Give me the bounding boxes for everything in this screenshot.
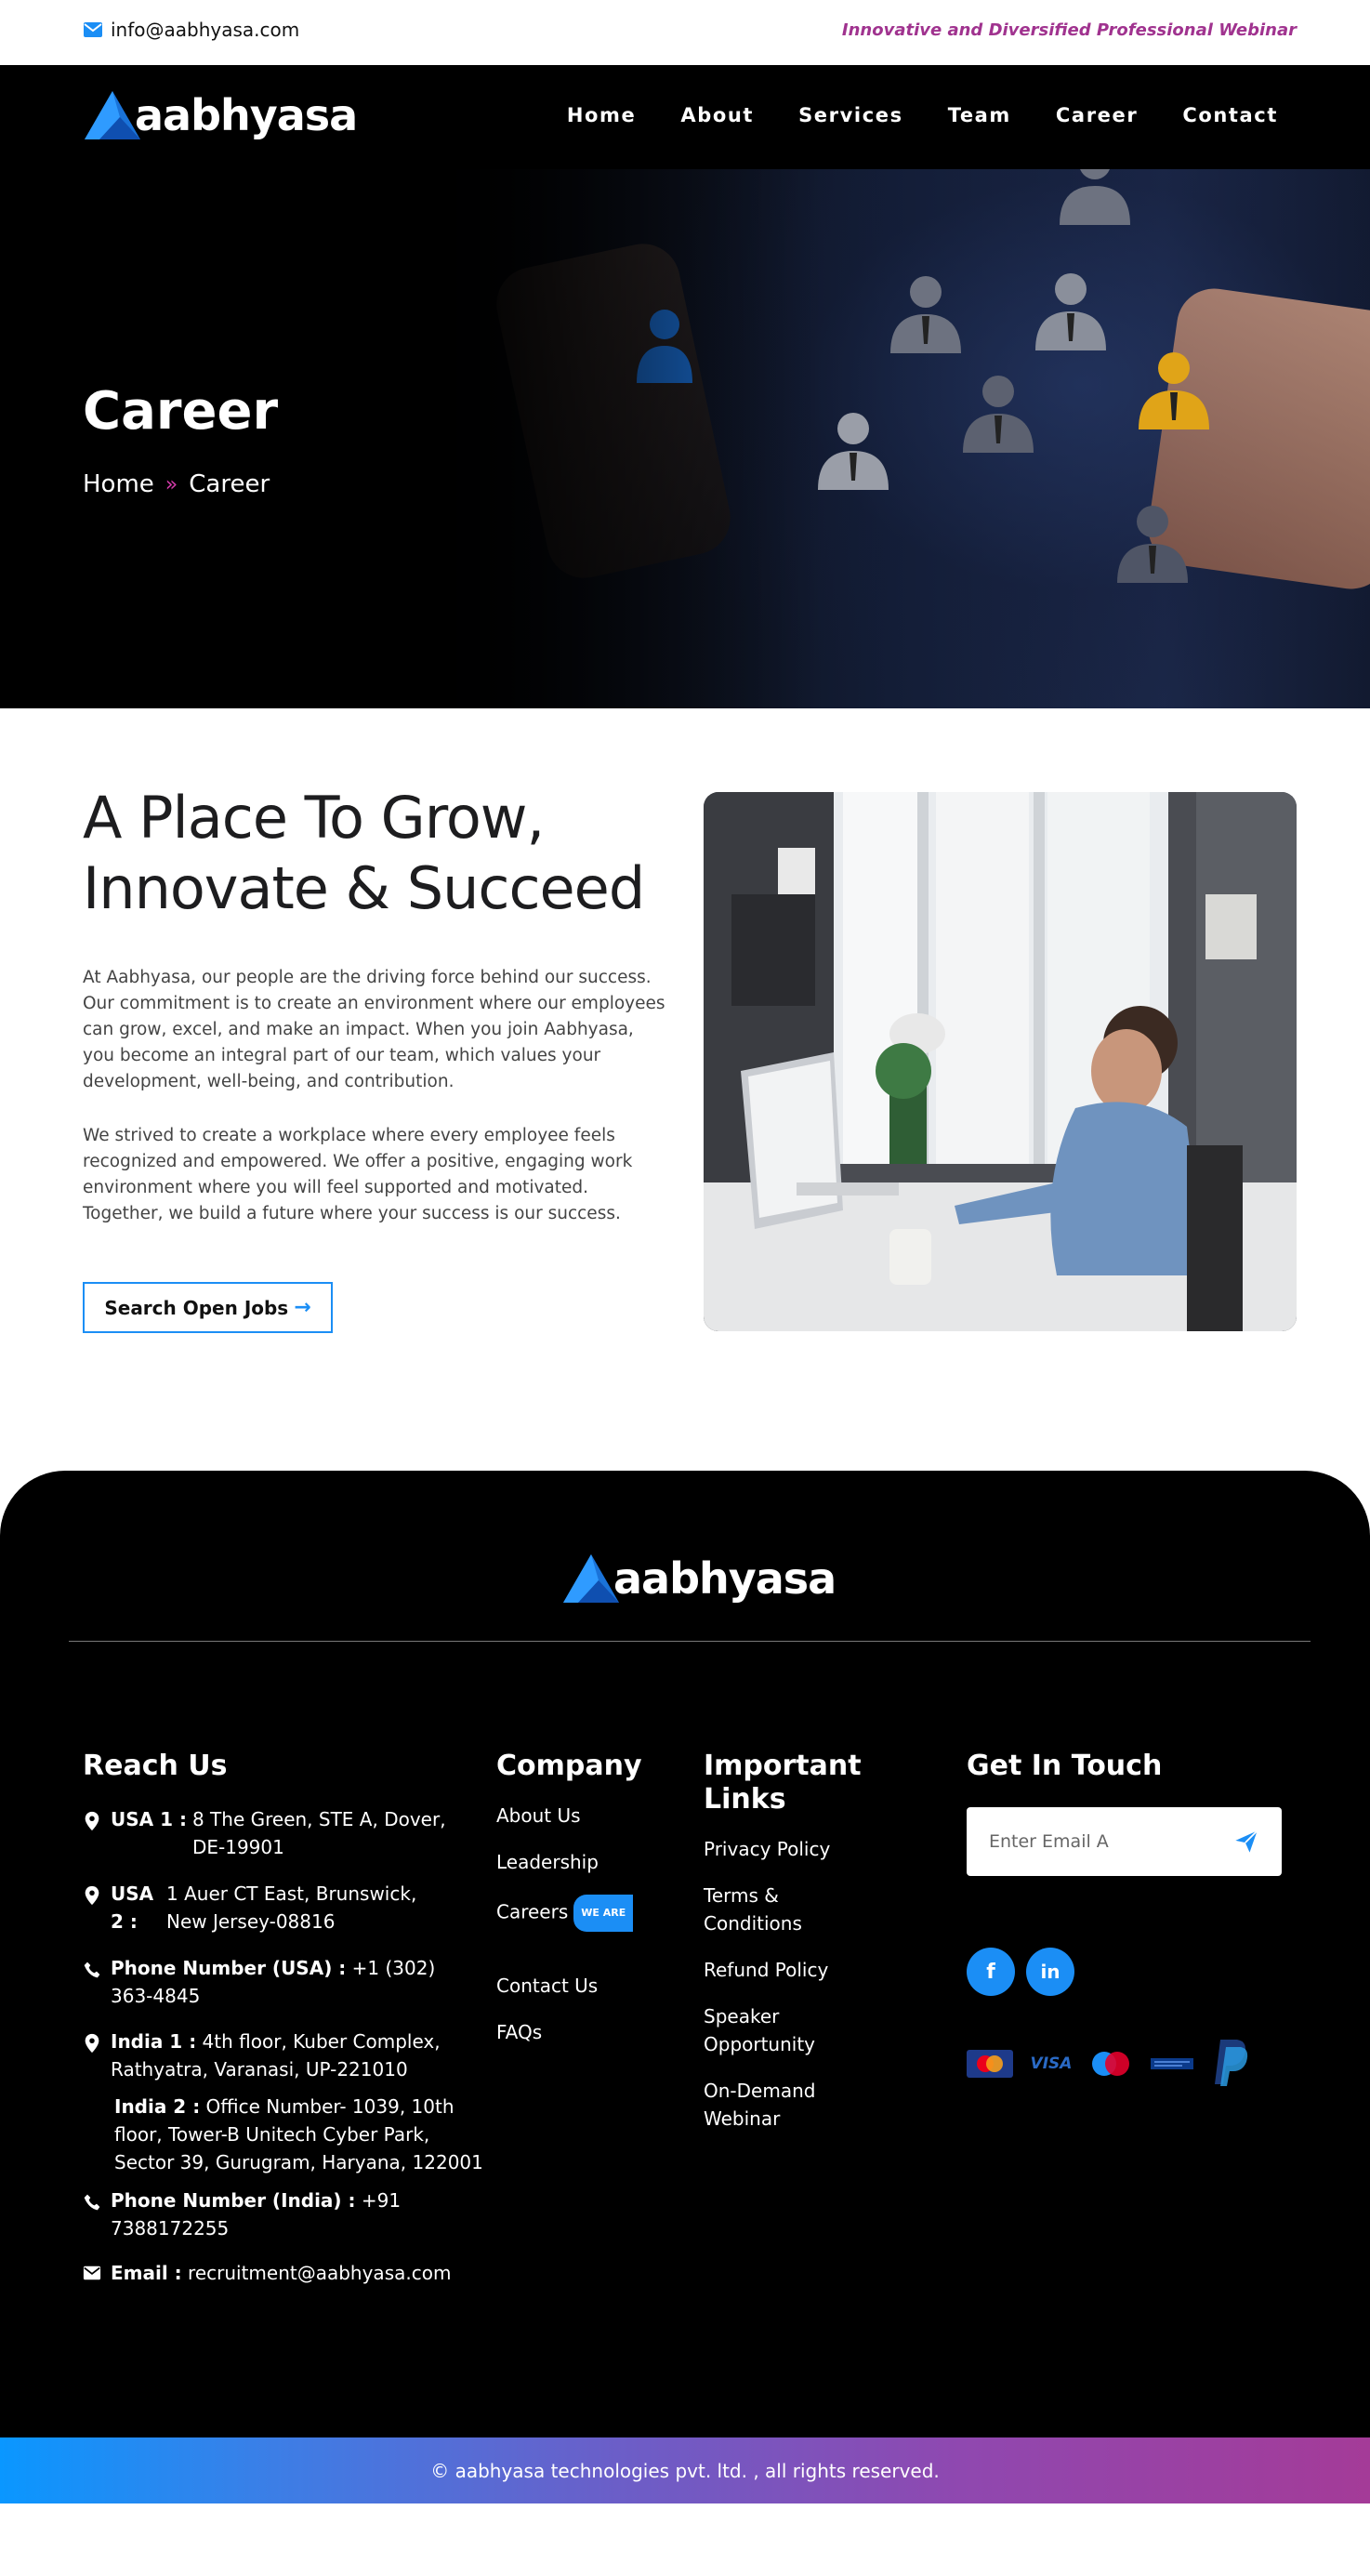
nav-services[interactable]: Services xyxy=(798,104,903,126)
footer-link-on-demand-webinar[interactable]: On-Demand Webinar xyxy=(704,2077,834,2133)
career-intro-section: A Place To Grow, Innovate & Succeed At A… xyxy=(0,708,1370,1471)
address-usa-1-value: 8 The Green, STE A, Dover, DE-19901 xyxy=(191,1808,446,1858)
mastercard-icon xyxy=(967,2050,1013,2078)
search-open-jobs-button[interactable]: Search Open Jobs → xyxy=(83,1282,333,1333)
nav-career[interactable]: Career xyxy=(1056,104,1138,126)
search-open-jobs-label: Search Open Jobs xyxy=(104,1296,289,1319)
footer-link-terms[interactable]: Terms & Conditions xyxy=(704,1882,834,1937)
map-pin-icon xyxy=(85,1885,99,1906)
footer-link-careers[interactable]: Careers WE ARE xyxy=(496,1895,634,1932)
maestro-icon xyxy=(1087,2050,1134,2078)
nav-team[interactable]: Team xyxy=(948,104,1011,126)
paypal-icon xyxy=(1208,2038,1255,2088)
address-usa-1: USA 1 :8 The Green, STE A, Dover, DE-199… xyxy=(83,1805,481,1861)
copyright-text: © aabhyasa technologies pvt. ltd. , all … xyxy=(430,2459,940,2482)
footer-link-privacy-policy[interactable]: Privacy Policy xyxy=(704,1835,830,1863)
phone-india[interactable]: Phone Number (India) : +91 7388172255 xyxy=(83,2186,417,2242)
recruitment-email[interactable]: Email : recruitment@aabhyasa.com xyxy=(83,2259,501,2287)
address-india-2: India 2 : Office Number- 1039, 10th floo… xyxy=(114,2093,486,2176)
office-worker-photo xyxy=(704,792,1297,1331)
breadcrumb-current: Career xyxy=(189,470,270,498)
logo-triangle-icon xyxy=(563,1554,619,1603)
phone-icon xyxy=(84,2194,100,2211)
phone-usa-label: Phone Number (USA) : xyxy=(111,1957,347,1979)
logo-triangle-icon xyxy=(85,91,140,139)
navbar: aabhyasa Home About Services Team Career… xyxy=(0,65,1370,169)
recruitment-email-label: Email : xyxy=(111,2262,182,2284)
phone-india-label: Phone Number (India) : xyxy=(111,2189,356,2212)
address-india-1-label: India 1 : xyxy=(111,2030,197,2053)
footer-link-speaker-opportunity[interactable]: Speaker Opportunity xyxy=(704,2002,834,2058)
reach-us-title: Reach Us xyxy=(83,1750,228,1782)
footer-link-leadership[interactable]: Leadership xyxy=(496,1848,599,1876)
breadcrumb: Home » Career xyxy=(83,470,270,498)
top-bar: info@aabhyasa.com Innovative and Diversi… xyxy=(0,0,1370,65)
footer-divider xyxy=(69,1641,1311,1642)
phone-usa[interactable]: Phone Number (USA) : +1 (302) 363-4845 xyxy=(83,1954,464,2010)
address-india-2-label: India 2 : xyxy=(114,2095,201,2118)
facebook-icon[interactable]: f xyxy=(967,1948,1015,1996)
envelope-icon xyxy=(84,22,102,37)
newsletter-email-input[interactable] xyxy=(989,1831,1212,1852)
arrow-right-icon: → xyxy=(294,1296,311,1319)
address-india-1: India 1 : 4th floor, Kuber Complex, Rath… xyxy=(83,2028,482,2083)
footer: aabhyasa Reach Us USA 1 :8 The Green, ST… xyxy=(0,1471,1370,2437)
phone-icon xyxy=(84,1962,100,1978)
nav-contact[interactable]: Contact xyxy=(1182,104,1278,126)
section-heading: A Place To Grow, Innovate & Succeed xyxy=(83,784,645,922)
send-icon[interactable] xyxy=(1233,1829,1259,1855)
hero-banner: Career Home » Career xyxy=(0,169,1370,708)
important-links-title: Important Links xyxy=(704,1750,862,1816)
envelope-icon xyxy=(83,2266,101,2280)
top-email-text: info@aabhyasa.com xyxy=(111,19,300,41)
page-title: Career xyxy=(83,381,279,442)
map-pin-icon xyxy=(85,1811,99,1831)
top-tagline: Innovative and Diversified Professional … xyxy=(841,20,1297,40)
footer-link-careers-label: Careers xyxy=(496,1900,569,1923)
address-usa-2-value: 1 Auer CT East, Brunswick, New Jersey-08… xyxy=(166,1882,417,1933)
footer-link-about-us[interactable]: About Us xyxy=(496,1802,581,1830)
main-nav: Home About Services Team Career Contact xyxy=(522,104,1278,126)
logo[interactable]: aabhyasa xyxy=(83,89,358,141)
top-email[interactable]: info@aabhyasa.com xyxy=(83,19,299,41)
nav-about[interactable]: About xyxy=(680,104,754,126)
footer-logo-wordmark: aabhyasa xyxy=(613,1553,836,1604)
visa-icon: VISA xyxy=(1030,2054,1073,2073)
recruitment-email-value: recruitment@aabhyasa.com xyxy=(188,2262,452,2284)
get-in-touch-title: Get In Touch xyxy=(967,1750,1163,1782)
american-express-icon xyxy=(1149,2050,1195,2078)
footer-link-faqs[interactable]: FAQs xyxy=(496,2018,542,2046)
address-usa-1-label: USA 1 : xyxy=(111,1808,187,1830)
careers-badge: WE ARE xyxy=(573,1895,634,1932)
company-title: Company xyxy=(496,1750,642,1782)
newsletter-form xyxy=(967,1807,1282,1876)
logo-wordmark: aabhyasa xyxy=(135,90,358,140)
address-usa-2-label: USA 2 : xyxy=(111,1882,154,1933)
intro-paragraph-2: We strived to create a workplace where e… xyxy=(83,1126,633,1223)
footer-link-contact-us[interactable]: Contact Us xyxy=(496,1972,598,2000)
office-worker-illustration xyxy=(704,792,1297,1331)
copyright-bar: © aabhyasa technologies pvt. ltd. , all … xyxy=(0,2437,1370,2503)
breadcrumb-home[interactable]: Home xyxy=(83,470,154,498)
intro-paragraph-1: At Aabhyasa, our people are the driving … xyxy=(83,968,665,1091)
nav-home[interactable]: Home xyxy=(567,104,637,126)
breadcrumb-separator: » xyxy=(165,472,178,496)
map-pin-icon xyxy=(85,2033,99,2054)
linkedin-icon[interactable]: in xyxy=(1026,1948,1074,1996)
footer-logo[interactable]: aabhyasa xyxy=(561,1552,836,1605)
address-usa-2: USA 2 : 1 Auer CT East, Brunswick, New Je… xyxy=(83,1880,454,1935)
footer-link-refund-policy[interactable]: Refund Policy xyxy=(704,1956,828,1984)
